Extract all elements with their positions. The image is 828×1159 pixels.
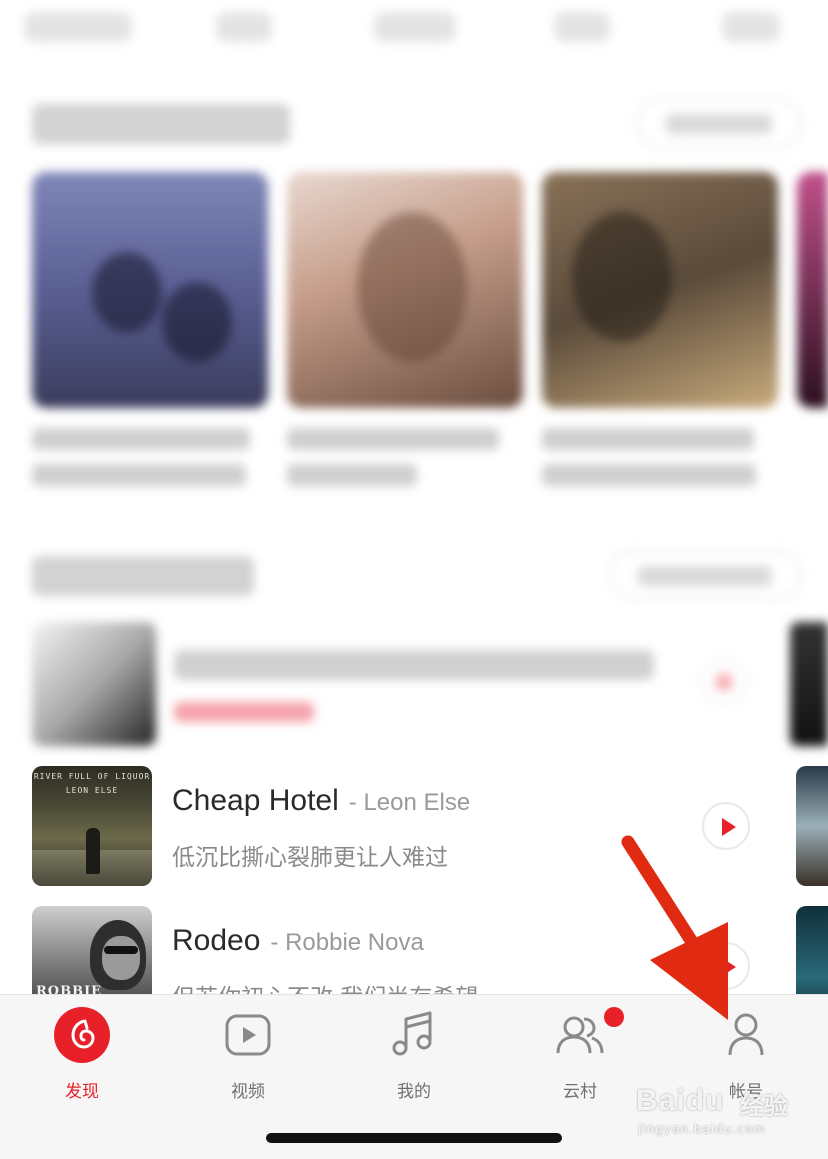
- playlist-cover[interactable]: [797, 172, 828, 408]
- album-cover: RIVER FULL OF LIQUOR LEON ELSE: [32, 766, 152, 886]
- annotation-arrow-icon: [621, 835, 728, 1020]
- watermark-logo: Baidu: [636, 1084, 725, 1117]
- song-subtitle: 低沉比撕心裂肺更让人难过: [172, 845, 448, 871]
- category-item-3[interactable]: [374, 12, 456, 42]
- album-cover-text: RIVER FULL OF LIQUOR: [33, 772, 151, 781]
- category-item-4[interactable]: [554, 12, 610, 42]
- next-column-cover: [790, 622, 828, 746]
- song-cover: [32, 622, 156, 746]
- tab-label: 我的: [397, 1082, 431, 1102]
- tab-video[interactable]: 视频: [188, 1007, 308, 1102]
- playlist-section-title: [32, 104, 290, 144]
- tab-label: 云村: [563, 1082, 597, 1102]
- playlist-cover[interactable]: [542, 172, 778, 408]
- ranking-song-row[interactable]: [32, 622, 828, 746]
- playlist-caption-line: [542, 428, 754, 450]
- song-title-line: Cheap Hotel - Leon Else: [172, 784, 470, 818]
- music-note-icon: [392, 1011, 432, 1056]
- video-play-icon: [225, 1014, 271, 1056]
- tab-label: 视频: [231, 1082, 265, 1102]
- tab-label: 发现: [65, 1082, 99, 1102]
- song-title-line: Rodeo - Robbie Nova: [172, 924, 424, 958]
- category-item-2[interactable]: [216, 12, 272, 42]
- top-category-nav: [0, 12, 828, 48]
- playlist-caption-line: [32, 428, 250, 450]
- album-cover-artist: LEON ELSE: [65, 786, 119, 795]
- playlist-cover[interactable]: [32, 172, 268, 408]
- playlist-cover[interactable]: [287, 172, 523, 408]
- playlist-more-button[interactable]: [636, 98, 802, 148]
- tab-discover[interactable]: 发现: [22, 1007, 142, 1102]
- category-item-1[interactable]: [24, 12, 132, 42]
- baidu-watermark: Baidu 经验 jingyan.baidu.com: [630, 1060, 820, 1144]
- watermark-url: jingyan.baidu.com: [638, 1122, 766, 1136]
- song-title-blurred: [174, 650, 654, 680]
- ranking-play-all-button[interactable]: [608, 550, 802, 600]
- watermark-text: 经验: [740, 1092, 788, 1120]
- song-artist: - Robbie Nova: [270, 929, 424, 956]
- song-title: Cheap Hotel: [172, 784, 339, 817]
- song-tag-blurred: [174, 702, 314, 722]
- song-artist: - Leon Else: [348, 789, 471, 816]
- play-button[interactable]: [700, 658, 748, 706]
- song-title: Rodeo: [172, 924, 261, 957]
- playlist-caption-line: [287, 428, 499, 450]
- next-column-cover[interactable]: [796, 766, 828, 886]
- playlist-caption-line: [287, 464, 417, 486]
- netease-music-logo-icon: [54, 1007, 110, 1063]
- ranking-section-title: [32, 556, 254, 596]
- home-indicator[interactable]: [266, 1133, 562, 1143]
- playlist-caption-line: [32, 464, 246, 486]
- blurred-content-area: [0, 0, 828, 746]
- playlist-caption-line: [542, 464, 756, 486]
- tab-mine[interactable]: 我的: [354, 1007, 474, 1102]
- category-item-5[interactable]: [722, 12, 780, 42]
